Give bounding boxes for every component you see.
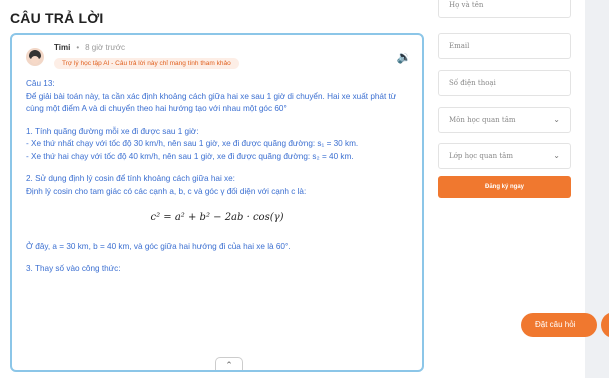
- step1-line-a: - Xe thứ nhất chạy với tốc độ 30 km/h, n…: [26, 139, 359, 148]
- chevron-down-icon: ⌄: [553, 151, 560, 160]
- ask-question-button[interactable]: Đặt câu hỏi: [521, 313, 597, 337]
- meta-line: Timi • 8 giờ trước: [54, 43, 396, 52]
- register-button[interactable]: Đăng ký ngay: [438, 176, 571, 198]
- chevron-up-icon: ⌃: [225, 360, 233, 370]
- avatar: [26, 47, 44, 66]
- answer-content: Câu 13: Để giải bài toán này, ta cần xác…: [12, 74, 422, 276]
- step3-title: 3. Thay số vào công thức:: [26, 264, 121, 273]
- subject-select-label: Môn học quan tâm: [449, 116, 516, 124]
- chevron-down-icon: ⌄: [553, 115, 560, 124]
- separator-dot: •: [76, 43, 80, 52]
- name-field[interactable]: Họ và tên: [438, 0, 571, 18]
- grade-select[interactable]: Lớp học quan tâm ⌄: [438, 143, 571, 169]
- step2-text: Định lý cosin cho tam giác có các cạnh a…: [26, 186, 307, 196]
- phone-field[interactable]: Số điện thoại: [438, 70, 571, 96]
- answer-card: Timi • 8 giờ trước Trợ lý học tập AI - C…: [10, 33, 424, 372]
- question-label: Câu 13:: [26, 79, 55, 88]
- speaker-icon[interactable]: 🔉: [396, 49, 412, 65]
- subject-select[interactable]: Môn học quan tâm ⌄: [438, 107, 571, 133]
- scroll-up-button[interactable]: ⌃: [215, 357, 243, 370]
- answer-time: 8 giờ trước: [85, 43, 125, 52]
- email-field[interactable]: Email: [438, 33, 571, 59]
- step2-title: 2. Sử dụng định lý cosin để tính khoảng …: [26, 174, 235, 183]
- grade-select-label: Lớp học quan tâm: [449, 152, 513, 160]
- step1-line-b: - Xe thứ hai chạy với tốc độ 40 km/h, nê…: [26, 151, 354, 161]
- page-title: CÂU TRẢ LỜI: [10, 10, 104, 26]
- answer-header: Timi • 8 giờ trước Trợ lý học tập AI - C…: [12, 35, 422, 74]
- answer-intro: Để giải bài toán này, ta cần xác định kh…: [26, 91, 397, 114]
- values-text: Ở đây, a = 30 km, b = 40 km, và góc giữa…: [26, 241, 291, 251]
- ai-disclaimer-badge: Trợ lý học tập AI - Câu trả lời này chỉ …: [54, 58, 239, 69]
- author-name: Timi: [54, 43, 71, 52]
- step1-title: 1. Tính quãng đường mỗi xe đi được sau 1…: [26, 126, 199, 136]
- answer-meta: Timi • 8 giờ trước Trợ lý học tập AI - C…: [54, 43, 396, 70]
- cosine-formula: c² = a² + b² − 2ab · cos(γ): [150, 212, 284, 223]
